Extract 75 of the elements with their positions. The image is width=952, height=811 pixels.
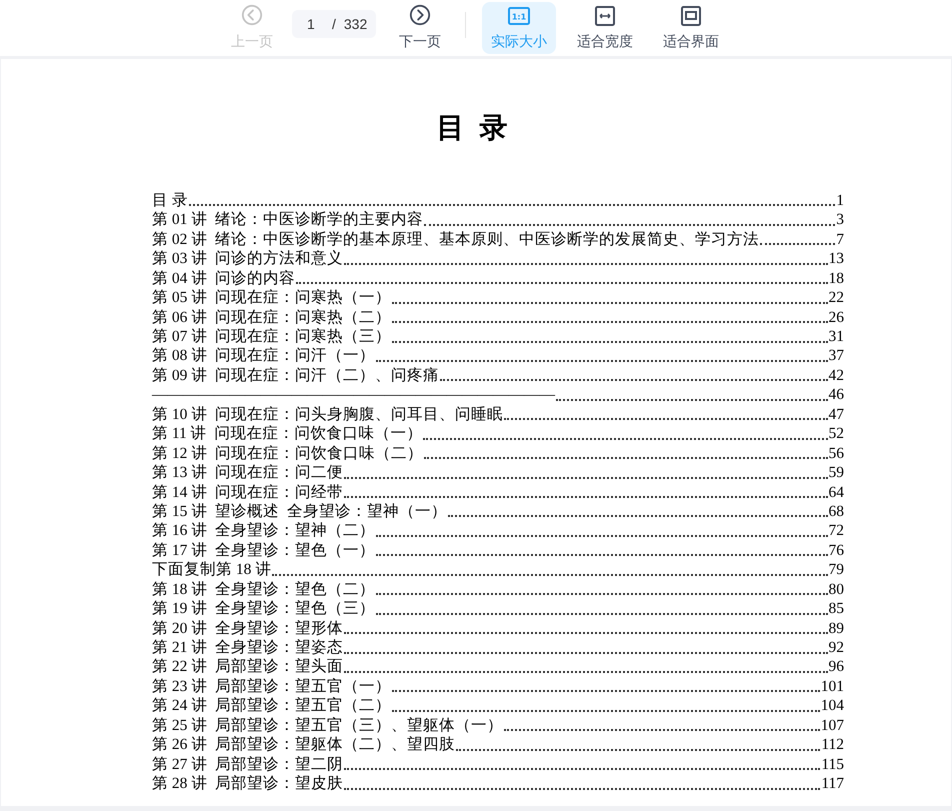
toc-page-number: 46: [828, 385, 844, 405]
toc-page-number: 56: [828, 444, 844, 464]
toc-page-number: 89: [828, 618, 844, 638]
toc-page-number: 92: [828, 638, 844, 658]
toc-entry-title[interactable]: 第 09 讲 问现在症：问汗（二）、问疼痛: [152, 366, 439, 386]
toc-entry-title[interactable]: 第 28 讲 局部望诊：望皮肤: [152, 774, 343, 794]
page-number-input[interactable]: 1: [292, 14, 326, 34]
toc-entry-title[interactable]: 第 21 讲 全身望诊：望姿态: [152, 638, 343, 658]
toc-page-number: 72: [828, 521, 844, 541]
toc-entry-title[interactable]: 第 11 讲 问现在症：问饮食口味（一）: [152, 424, 422, 444]
toc-page-number: 85: [828, 599, 844, 619]
page-total: 332: [344, 14, 368, 34]
toc-entry-title[interactable]: 第 12 讲 问现在症：问饮食口味（二）: [152, 444, 423, 464]
toc-entry-title[interactable]: 第 05 讲 问现在症：问寒热（一）: [152, 288, 391, 308]
fit-page-icon: [679, 4, 703, 28]
document-heading: 目 录: [436, 112, 512, 146]
toc-entry-title[interactable]: 第 22 讲 局部望诊：望头面: [152, 657, 343, 677]
toc-entry-title[interactable]: 目 录: [152, 190, 188, 210]
toc-entry-title[interactable]: 第 18 讲 全身望诊：望色（二）: [152, 580, 375, 600]
toc-page-number: 52: [828, 424, 844, 444]
toc-entry-title[interactable]: 第 15 讲 望诊概述 全身望诊：望神（一）: [152, 502, 447, 522]
toc-page-number: 64: [828, 482, 844, 502]
toc-entry-title[interactable]: 第 25 讲 局部望诊：望五官（三）、望躯体（一）: [152, 716, 503, 736]
toc-page-number: 26: [828, 308, 844, 328]
left-chevron-circle-icon: [241, 4, 263, 26]
toc-page-number: 18: [828, 268, 844, 288]
fit-width-icon: [593, 4, 617, 28]
toc-entry-title[interactable]: 第 23 讲 局部望诊：望五官（一）: [152, 676, 391, 696]
toc-page-number: 37: [828, 346, 844, 366]
toc-page-number: 80: [828, 580, 844, 600]
toc-entry-title[interactable]: 第 24 讲 局部望诊：望五官（二）: [152, 696, 391, 716]
toc-entry-title[interactable]: 第 04 讲 问诊的内容: [152, 268, 295, 288]
toc-entry-title[interactable]: 第 19 讲 全身望诊：望色（三）: [152, 599, 375, 619]
toc-entry-title[interactable]: 第 03 讲 问诊的方法和意义: [152, 249, 343, 269]
toc-page-number: 107: [820, 716, 844, 736]
page-number-box[interactable]: 1 / 332: [292, 10, 376, 38]
toc-entry-title[interactable]: ——————————————————————————: [152, 385, 555, 405]
toc-entry-title[interactable]: 第 01 讲 绪论：中医诊断学的主要内容: [152, 210, 423, 230]
toc-entry-title[interactable]: 第 17 讲 全身望诊：望色（一）: [152, 540, 375, 560]
toc-entry-title[interactable]: 下面复制第 18 讲: [152, 560, 272, 580]
toc-entry-title[interactable]: 第 07 讲 问现在症：问寒热（三）: [152, 327, 391, 346]
toc-entry-title[interactable]: 第 14 讲 问现在症：问经带: [152, 482, 343, 502]
right-chevron-circle-icon: [409, 4, 431, 26]
toc-entry-title[interactable]: 第 02 讲 绪论：中医诊断学的基本原理、基本原则、中医诊断学的发展简史、学习方法: [152, 230, 759, 250]
toc-entry-title[interactable]: 第 08 讲 问现在症：问汗（一）: [152, 346, 375, 366]
toc-entry-title[interactable]: 第 13 讲 问现在症：问二便: [152, 463, 343, 483]
toc-page-number: 115: [821, 754, 844, 774]
toc-page-number: 31: [828, 327, 844, 346]
toc-page-number: 3: [836, 210, 844, 230]
toc-page-number: 101: [820, 676, 844, 696]
toc-page-number: 22: [828, 288, 844, 308]
view-mode-button[interactable]: 适合宽度: [568, 2, 642, 54]
toc-page-number: 117: [821, 774, 844, 794]
toc-page-number: 1: [836, 190, 844, 210]
toc-page-number: 7: [836, 230, 844, 250]
view-mode-button[interactable]: 适合界面: [654, 2, 728, 54]
toc-page-number: 13: [828, 249, 844, 269]
toc-page-number: 104: [820, 696, 844, 716]
toc-entry-title[interactable]: 第 10 讲 问现在症：问头身胸腹、问耳目、问睡眠: [152, 404, 503, 424]
toc-page-number: 42: [828, 366, 844, 386]
toc-entry-title[interactable]: 第 26 讲 局部望诊：望躯体（二）、望四肢: [152, 735, 455, 755]
page-separator: /: [332, 14, 336, 34]
toc-entry-title[interactable]: 第 06 讲 问现在症：问寒热（二）: [152, 308, 391, 328]
toc-page-number: 68: [828, 502, 844, 522]
next-page-button[interactable]: 下一页: [388, 2, 452, 54]
toc-entry-title[interactable]: 第 27 讲 局部望诊：望二阴: [152, 754, 343, 774]
toc-entry-title[interactable]: 第 16 讲 全身望诊：望神（二）: [152, 521, 375, 541]
toc-page-number: 96: [828, 657, 844, 677]
toc-page-number: 59: [828, 463, 844, 483]
toc-page-number: 76: [828, 540, 844, 560]
toc-page-number: 47: [828, 404, 844, 424]
toc-page-number: 79: [828, 560, 844, 580]
toc-page-number: 112: [821, 735, 844, 755]
one-to-one-icon: 1:1: [507, 4, 531, 28]
toc-entry-title[interactable]: 第 20 讲 全身望诊：望形体: [152, 618, 343, 638]
